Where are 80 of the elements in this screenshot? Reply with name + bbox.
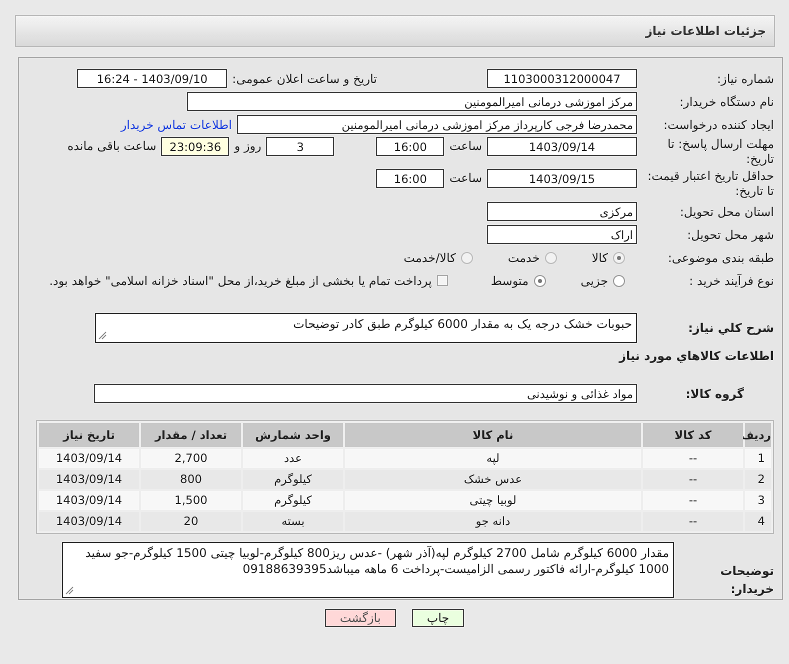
province-field: مرکزی (487, 202, 637, 221)
radio-label: کالا (592, 250, 608, 264)
deadline-time-field: 16:00 (376, 137, 444, 156)
page-title: جزئیات اطلاعات نیاز (645, 24, 766, 38)
column-header: تاریخ نیاز (39, 423, 139, 447)
table-cell: کیلوگرم (243, 470, 343, 489)
column-header: کد کالا (643, 423, 743, 447)
field-label: روز و (234, 138, 262, 155)
table-cell: -- (643, 449, 743, 468)
table-cell: -- (643, 470, 743, 489)
field-label: ایجاد کننده درخواست: (662, 116, 775, 134)
table-cell: 4 (745, 512, 771, 531)
field-label: ساعت (449, 170, 482, 187)
table-cell: 2,700 (141, 449, 241, 468)
table-cell: کیلوگرم (243, 491, 343, 510)
table-cell: عدد (243, 449, 343, 468)
radio-label: کالا/خدمت (404, 250, 456, 264)
remaining-time-field: 23:09:36 (161, 137, 230, 156)
field-label: نام دستگاه خریدار: (678, 94, 775, 110)
validity-time-field: 16:00 (376, 169, 444, 188)
deadline-date-field: 1403/09/14 (487, 137, 637, 156)
table-cell: -- (643, 512, 743, 531)
field-label: تاریخ و ساعت اعلان عمومی: (232, 72, 377, 86)
table-cell: 20 (141, 512, 241, 531)
summary-textarea[interactable]: حبوبات خشک درجه یک به مقدار 6000 کیلوگرم طبق کادر توضیحات (95, 313, 637, 343)
radio-button[interactable] (534, 274, 546, 286)
buyer-org-field: مرکز اموزشی درمانی امیرالمومنین (187, 92, 637, 111)
table-cell: 1403/09/14 (39, 449, 139, 468)
radio-button[interactable] (613, 252, 625, 264)
checkbox[interactable] (436, 275, 448, 286)
table-cell: عدس خشک (345, 470, 641, 489)
table-cell: بسته (243, 512, 343, 531)
table-cell: 1,500 (141, 491, 241, 510)
radio-label: خدمت (508, 250, 540, 264)
field-label: نوع فرآیند خرید : (688, 272, 775, 290)
field-label: حداقل تاریخ اعتبار قیمت: تا تاریخ: (646, 169, 775, 199)
checkbox-label: پرداخت تمام یا بخشی از مبلغ خرید،از محل "اسناد خزانه اسلامی" خواهد بود. (49, 274, 432, 288)
table-cell: 800 (141, 470, 241, 489)
goods-group-field: مواد غذائی و نوشیدنی (94, 384, 637, 403)
table-cell: 1403/09/14 (39, 470, 139, 489)
radio-button[interactable] (460, 252, 473, 264)
table-cell: 1403/09/14 (39, 512, 139, 531)
print-button[interactable]: چاپ (412, 609, 464, 627)
days-field: 3 (266, 137, 334, 156)
field-label: شهر محل تحویل: (686, 226, 775, 244)
field-label: شرح کلي نیاز: (687, 320, 775, 337)
table-cell: لپه (345, 449, 641, 468)
column-header: تعداد / مقدار (141, 423, 241, 447)
field-label: استان محل تحویل: (678, 204, 775, 220)
city-field: اراک (487, 225, 637, 244)
table-cell: -- (643, 491, 743, 510)
table-cell: 3 (745, 491, 771, 510)
radio-button[interactable] (544, 252, 557, 264)
radio-label: متوسط (490, 274, 529, 288)
field-label: طبقه بندی موضوعی: (666, 250, 775, 266)
field-label: توضیحات خریدار: (719, 563, 775, 598)
field-label: ساعت باقی مانده (67, 138, 156, 155)
table-cell: 1403/09/14 (39, 491, 139, 510)
announce-date-field: 1403/09/10 - 16:24 (77, 69, 228, 88)
column-header: نام کالا (345, 423, 641, 447)
table-cell: 1 (745, 449, 771, 468)
radio-button[interactable] (613, 274, 625, 286)
column-header: واحد شمارش (243, 423, 343, 447)
validity-date-field: 1403/09/15 (487, 169, 637, 188)
field-label: مهلت ارسال پاسخ: تا تاریخ: (666, 137, 775, 167)
buyer-contact-link[interactable]: اطلاعات تماس خریدار (120, 118, 232, 132)
back-button[interactable]: بازگشت (324, 609, 396, 627)
table-cell: 2 (745, 470, 771, 489)
buyer-notes-textarea[interactable]: مقدار 6000 کیلوگرم شامل 2700 کیلوگرم لپه(آذر شهر) -عدس ریز800 کیلوگرم-لوبیا چیتی 1500 کیلوگرم-جو سفید 1000 کیلوگرم-ارائه فاکتور رسمی الزامیست-پرداخت 6 ماهه میباشد09188639395 (62, 542, 674, 598)
field-label: شماره نیاز: (716, 70, 775, 88)
table-cell: دانه جو (345, 512, 641, 531)
field-label: گروه کالا: (684, 386, 745, 402)
field-label: ساعت (449, 138, 482, 155)
radio-label: جزیی (580, 274, 608, 288)
need-number-field: 1103000312000047 (487, 69, 637, 88)
table-cell: لوبیا چیتی (345, 491, 641, 510)
resize-grip-icon (98, 331, 107, 340)
section-title: اطلاعات کالاهاي مورد نیاز (618, 349, 775, 363)
resize-grip-icon (65, 586, 74, 595)
requester-field: محمدرضا فرجی کارپرداز مرکز اموزشی درمانی امیرالمومنین (237, 115, 637, 134)
